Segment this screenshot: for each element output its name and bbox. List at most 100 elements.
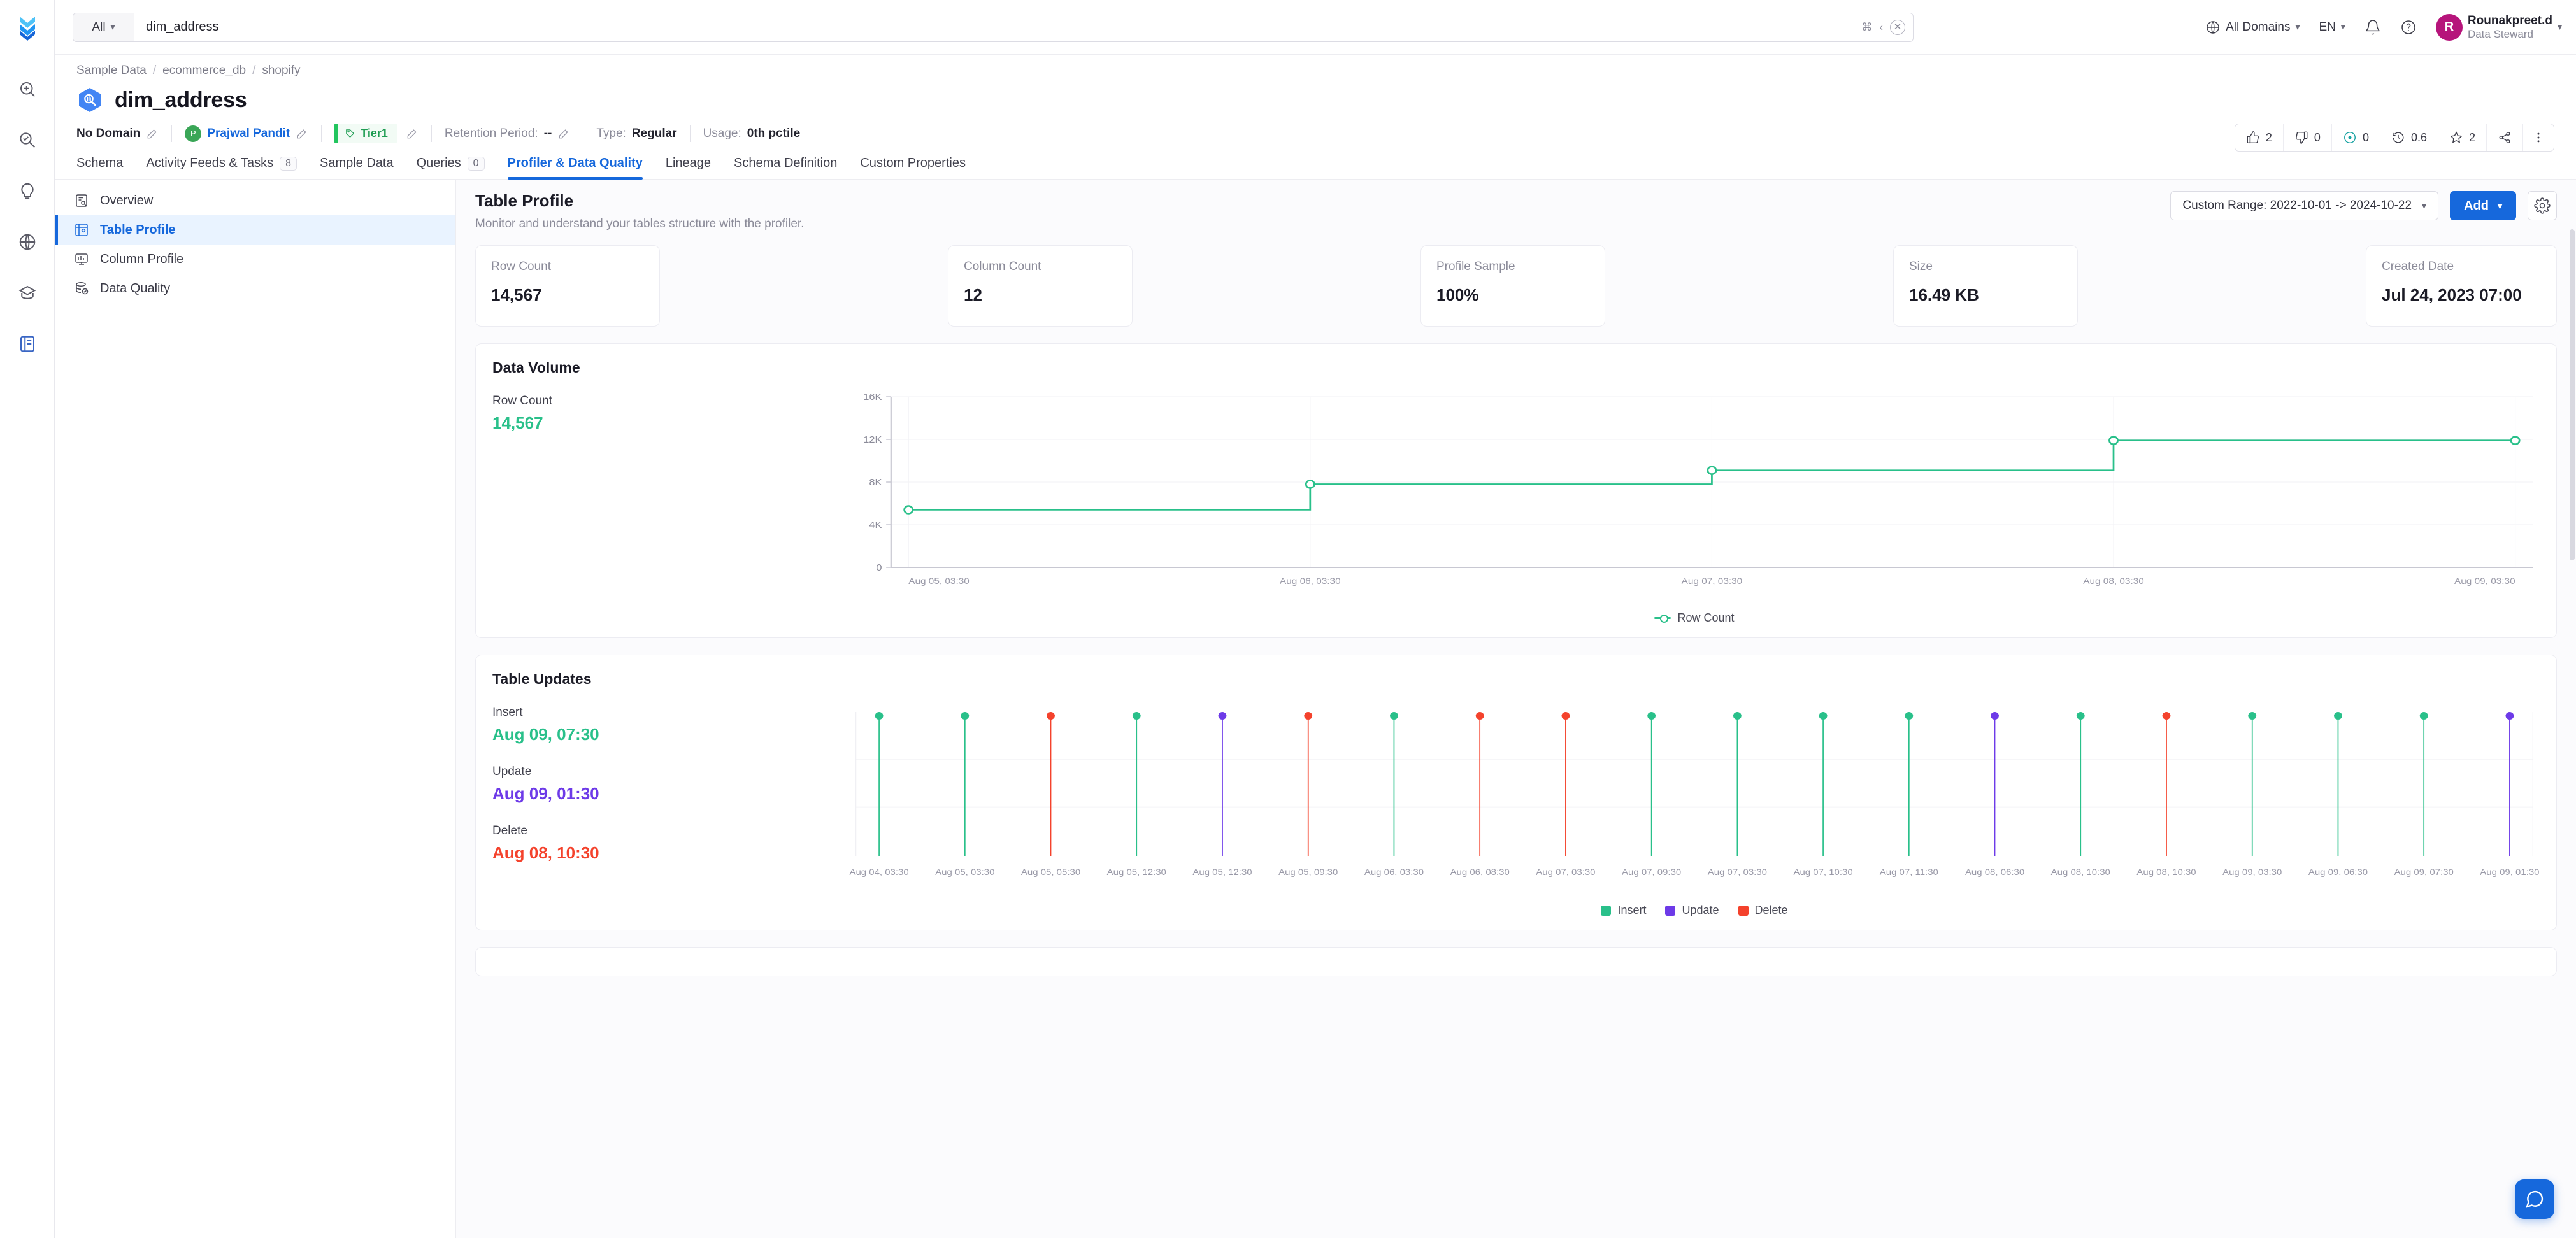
add-button[interactable]: Add ▾ bbox=[2450, 191, 2516, 220]
legend-swatch bbox=[1654, 617, 1671, 619]
divider bbox=[321, 125, 322, 142]
panel-title: Table Updates bbox=[492, 671, 2540, 688]
date-range-selector[interactable]: Custom Range: 2022-10-01 -> 2024-10-22 ▾ bbox=[2170, 191, 2438, 220]
add-button-label: Add bbox=[2464, 199, 2489, 213]
tab-activity-feeds-tasks[interactable]: Activity Feeds & Tasks8 bbox=[146, 156, 297, 179]
user-identity: Rounakpreet.d Data Steward bbox=[2468, 13, 2552, 41]
svg-text:Aug 05, 03:30: Aug 05, 03:30 bbox=[935, 867, 994, 877]
panel-body: Insert Aug 09, 07:30 Update Aug 09, 01:3… bbox=[492, 702, 2540, 917]
legend-item-row-count[interactable]: Row Count bbox=[1654, 611, 1734, 625]
svg-text:Aug 09, 03:30: Aug 09, 03:30 bbox=[2454, 577, 2515, 587]
search-scope-selector[interactable]: All ▾ bbox=[73, 13, 134, 41]
sidebar-item-explore[interactable] bbox=[10, 71, 45, 107]
legend-item-delete[interactable]: Delete bbox=[1738, 904, 1788, 917]
column-profile-icon bbox=[73, 251, 90, 267]
retention-value: -- bbox=[544, 127, 552, 141]
breadcrumb: Sample Data / ecommerce_db / shopify bbox=[76, 64, 2554, 78]
left-rail bbox=[0, 0, 55, 1238]
more-options-button[interactable] bbox=[2523, 124, 2554, 151]
domain-selector[interactable]: All Domains ▾ bbox=[2205, 20, 2300, 35]
edit-pencil-icon bbox=[146, 127, 159, 140]
owner-name: Prajwal Pandit bbox=[207, 127, 290, 141]
breadcrumb-item-2[interactable]: shopify bbox=[262, 64, 300, 78]
tier-chip: Tier1 bbox=[334, 124, 397, 143]
search-input[interactable] bbox=[134, 13, 1861, 41]
follow-button[interactable]: 2 bbox=[2438, 124, 2487, 151]
type-value: Regular bbox=[632, 127, 677, 141]
downvote-button[interactable]: 0 bbox=[2284, 124, 2332, 151]
legend-label: Update bbox=[1682, 904, 1719, 917]
chat-icon bbox=[2524, 1189, 2545, 1209]
summary-value: Aug 09, 01:30 bbox=[492, 784, 849, 804]
entity-stats-cluster: 2 0 0 0.6 2 bbox=[2235, 124, 2554, 152]
tab-custom-properties[interactable]: Custom Properties bbox=[860, 156, 966, 179]
table-profile-icon bbox=[73, 222, 90, 238]
sidebar-item-column-profile[interactable]: Column Profile bbox=[55, 245, 455, 274]
edit-pencil-icon bbox=[296, 127, 308, 140]
legend-item-insert[interactable]: Insert bbox=[1601, 904, 1646, 917]
usage-label: Usage: bbox=[703, 127, 741, 141]
sidebar-item-data-quality[interactable]: Data Quality bbox=[55, 274, 455, 303]
clear-search-icon[interactable]: ✕ bbox=[1890, 20, 1905, 35]
share-button[interactable] bbox=[2487, 124, 2523, 151]
legend-swatch bbox=[1738, 906, 1749, 916]
help-button[interactable] bbox=[2400, 19, 2417, 36]
sidebar-item-overview[interactable]: Overview bbox=[55, 186, 455, 215]
tab-sample-data[interactable]: Sample Data bbox=[320, 156, 394, 179]
metric-label: Row Count bbox=[491, 260, 644, 274]
table-updates-svg: Aug 04, 03:30Aug 05, 03:30Aug 05, 05:30A… bbox=[849, 702, 2540, 893]
breadcrumb-item-0[interactable]: Sample Data bbox=[76, 64, 147, 78]
table-updates-chart[interactable]: Aug 04, 03:30Aug 05, 03:30Aug 05, 05:30A… bbox=[849, 702, 2540, 917]
openmetadata-logo-icon[interactable] bbox=[8, 9, 47, 47]
svg-text:12K: 12K bbox=[863, 435, 882, 445]
chevron-down-icon: ▾ bbox=[111, 22, 115, 32]
vertical-scrollbar[interactable] bbox=[2570, 229, 2575, 560]
svg-text:4K: 4K bbox=[869, 520, 882, 530]
owner-field[interactable]: P Prajwal Pandit bbox=[185, 125, 321, 142]
global-search[interactable]: All ▾ ⌘ ‹ ✕ bbox=[73, 13, 1914, 42]
sidebar-item-govern[interactable] bbox=[10, 275, 45, 311]
tab-label: Custom Properties bbox=[860, 156, 966, 171]
data-volume-chart[interactable]: 04K8K12K16KAug 05, 03:30Aug 06, 03:30Aug… bbox=[849, 390, 2540, 625]
metric-value: 16.49 KB bbox=[1909, 285, 2062, 305]
tab-label: Sample Data bbox=[320, 156, 394, 171]
sidebar-item-observability[interactable] bbox=[10, 122, 45, 158]
legend-item-update[interactable]: Update bbox=[1665, 904, 1719, 917]
svg-text:8K: 8K bbox=[869, 478, 882, 488]
star-icon bbox=[2449, 131, 2463, 145]
domain-field[interactable]: No Domain bbox=[76, 127, 171, 141]
incidents-indicator[interactable]: 0 bbox=[2332, 124, 2380, 151]
thumbs-up-icon bbox=[2246, 131, 2260, 145]
tab-schema[interactable]: Schema bbox=[76, 156, 123, 179]
data-volume-legend: Row Count bbox=[849, 611, 2540, 625]
tab-label: Queries bbox=[417, 156, 461, 171]
user-menu[interactable]: R Rounakpreet.d Data Steward ▾ bbox=[2436, 13, 2562, 41]
data-quality-icon bbox=[73, 280, 90, 297]
profiler-settings-button[interactable] bbox=[2528, 191, 2557, 220]
freshness-indicator[interactable]: 0.6 bbox=[2380, 124, 2438, 151]
sidebar-item-insights[interactable] bbox=[10, 173, 45, 209]
kebab-menu-icon bbox=[2532, 131, 2545, 144]
page-body: Overview Table Profile Column Profile bbox=[55, 180, 2576, 1238]
title-row: dim_address bbox=[76, 87, 2554, 113]
search-shortcut-cmd: ⌘ bbox=[1861, 21, 1873, 34]
notifications-button[interactable] bbox=[2365, 19, 2381, 36]
sidebar-item-label: Overview bbox=[100, 194, 153, 208]
search-shortcut-key: ‹ bbox=[1879, 21, 1884, 34]
chat-support-button[interactable] bbox=[2515, 1179, 2554, 1219]
upvote-button[interactable]: 2 bbox=[2235, 124, 2284, 151]
breadcrumb-item-1[interactable]: ecommerce_db bbox=[162, 64, 246, 78]
sidebar-item-glossary[interactable] bbox=[10, 326, 45, 362]
legend-swatch bbox=[1601, 906, 1611, 916]
svg-text:Aug 07, 09:30: Aug 07, 09:30 bbox=[1622, 867, 1681, 877]
tier-field[interactable]: Tier1 bbox=[334, 124, 431, 143]
sidebar-item-table-profile[interactable]: Table Profile bbox=[55, 215, 455, 245]
tab-profiler-data-quality[interactable]: Profiler & Data Quality bbox=[508, 156, 643, 179]
retention-field[interactable]: Retention Period: -- bbox=[445, 127, 583, 141]
summary-label: Insert bbox=[492, 706, 849, 720]
sidebar-item-domains[interactable] bbox=[10, 224, 45, 260]
tab-schema-definition[interactable]: Schema Definition bbox=[734, 156, 837, 179]
tab-lineage[interactable]: Lineage bbox=[666, 156, 711, 179]
tab-queries[interactable]: Queries0 bbox=[417, 156, 485, 179]
language-selector[interactable]: EN ▾ bbox=[2319, 20, 2345, 34]
